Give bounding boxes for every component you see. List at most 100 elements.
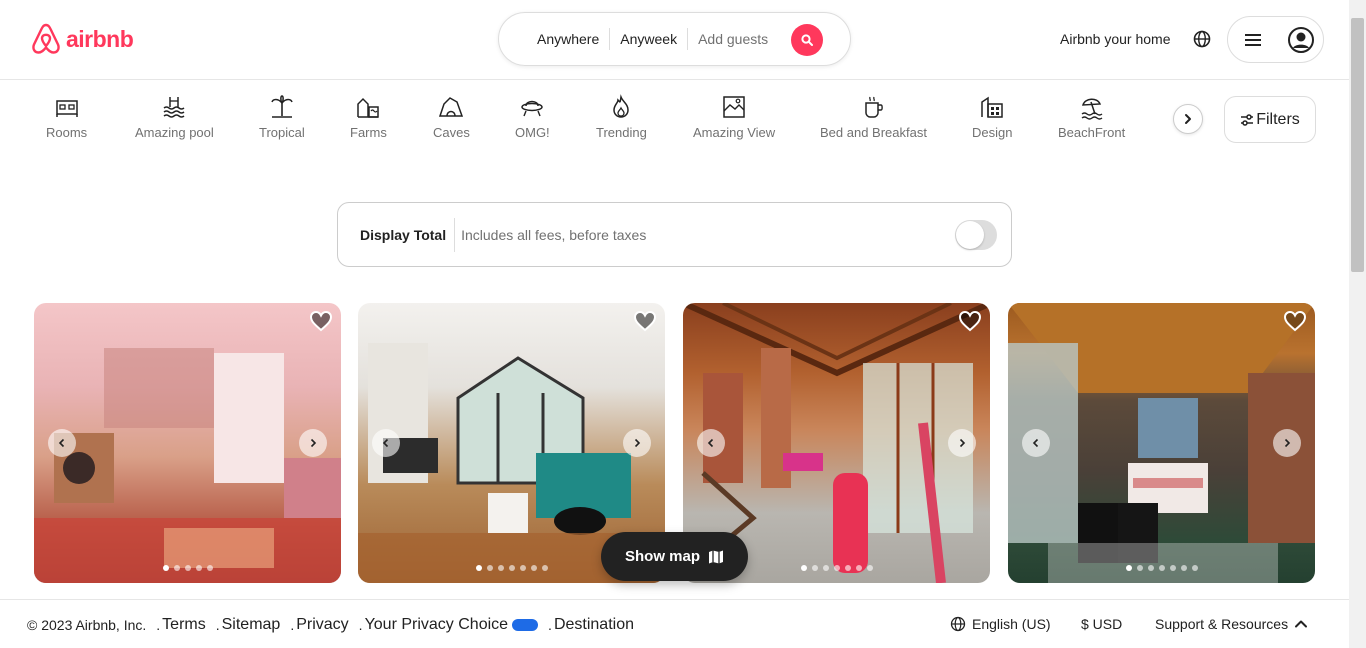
footer-privacy-choice-link[interactable]: Your Privacy Choice bbox=[364, 616, 539, 634]
support-resources-button[interactable]: Support & Resources bbox=[1155, 616, 1308, 632]
category-label: Rooms bbox=[46, 125, 88, 140]
search-button[interactable] bbox=[791, 24, 823, 56]
chevron-up-icon bbox=[1295, 620, 1308, 628]
photo-next-button[interactable] bbox=[948, 429, 976, 457]
footer-destination-link[interactable]: Destination bbox=[554, 616, 634, 634]
filters-button[interactable]: Filters bbox=[1224, 96, 1316, 143]
category-beachfront[interactable]: BeachFront bbox=[1058, 94, 1125, 140]
heart-icon[interactable] bbox=[958, 309, 982, 333]
view-icon bbox=[723, 96, 745, 118]
search-anywhere[interactable]: Anywhere bbox=[527, 28, 611, 50]
top-header: airbnb Anywhere Anyweek Add guests Airbn… bbox=[0, 0, 1349, 80]
category-trending[interactable]: Trending bbox=[596, 94, 647, 140]
category-tropical[interactable]: Tropical bbox=[259, 94, 305, 140]
photo-dots bbox=[34, 565, 341, 571]
building-icon bbox=[981, 96, 1003, 118]
category-label: Bed and Breakfast bbox=[820, 125, 927, 140]
privacy-choice-label: Your Privacy Choice bbox=[364, 616, 509, 633]
user-avatar-icon bbox=[1288, 26, 1314, 53]
category-caves[interactable]: Caves bbox=[433, 94, 470, 140]
category-label: Caves bbox=[433, 125, 470, 140]
photo-next-button[interactable] bbox=[623, 429, 651, 457]
footer: © 2023 Airbnb, Inc. . Terms . Sitemap . … bbox=[0, 599, 1349, 648]
currency-label: $ USD bbox=[1081, 616, 1123, 632]
footer-sitemap-link[interactable]: Sitemap bbox=[222, 616, 281, 634]
listing-card[interactable] bbox=[34, 303, 341, 583]
category-scroll-next-button[interactable] bbox=[1173, 104, 1203, 134]
listing-photo bbox=[34, 348, 341, 583]
category-label: OMG! bbox=[515, 125, 550, 140]
category-bar: Rooms Amazing pool Tropical Farms Caves … bbox=[0, 80, 1349, 160]
chevron-left-icon bbox=[707, 438, 714, 448]
listing-card[interactable] bbox=[1008, 303, 1315, 583]
language-selector[interactable]: English (US) bbox=[950, 616, 1051, 632]
heart-icon[interactable] bbox=[309, 309, 333, 333]
photo-next-button[interactable] bbox=[1273, 429, 1301, 457]
globe-icon[interactable] bbox=[1192, 29, 1212, 49]
filters-icon bbox=[1241, 113, 1254, 126]
heart-icon[interactable] bbox=[633, 309, 657, 333]
user-menu-button[interactable] bbox=[1227, 16, 1324, 63]
category-design[interactable]: Design bbox=[972, 94, 1012, 140]
chevron-left-icon bbox=[382, 438, 389, 448]
category-label: Amazing pool bbox=[135, 125, 214, 140]
chevron-right-icon bbox=[310, 438, 317, 448]
chevron-left-icon bbox=[1032, 438, 1039, 448]
category-label: Trending bbox=[596, 125, 647, 140]
photo-prev-button[interactable] bbox=[697, 429, 725, 457]
display-total-subtext: Includes all fees, before taxes bbox=[461, 226, 647, 243]
category-amazing-pool[interactable]: Amazing pool bbox=[135, 94, 214, 140]
search-anyweek[interactable]: Anyweek bbox=[610, 28, 689, 50]
category-omg[interactable]: OMG! bbox=[515, 94, 550, 140]
cave-icon bbox=[439, 97, 464, 117]
search-guests[interactable]: Add guests bbox=[688, 28, 778, 50]
category-rooms[interactable]: Rooms bbox=[46, 94, 87, 140]
currency-selector[interactable]: $ USD bbox=[1081, 616, 1122, 632]
footer-links: © 2023 Airbnb, Inc. . Terms . Sitemap . … bbox=[27, 616, 634, 634]
footer-privacy-link[interactable]: Privacy bbox=[296, 616, 348, 634]
chevron-left-icon bbox=[58, 438, 65, 448]
farm-icon bbox=[357, 97, 380, 118]
chevron-right-icon bbox=[634, 438, 641, 448]
category-label: Amazing View bbox=[693, 125, 776, 140]
globe-icon bbox=[950, 616, 966, 632]
search-bar[interactable]: Anywhere Anyweek Add guests bbox=[498, 12, 851, 66]
airbnb-logo-icon bbox=[32, 23, 60, 54]
photo-prev-button[interactable] bbox=[48, 429, 76, 457]
language-label: English (US) bbox=[972, 616, 1051, 632]
category-label: Tropical bbox=[259, 125, 305, 140]
ufo-icon bbox=[521, 100, 544, 117]
filters-label: Filters bbox=[1256, 110, 1300, 128]
bed-icon bbox=[55, 100, 78, 117]
display-total-label: Display Total bbox=[360, 217, 456, 252]
logo-text: airbnb bbox=[66, 25, 134, 52]
page-scrollbar[interactable] bbox=[1349, 0, 1366, 648]
photo-prev-button[interactable] bbox=[1022, 429, 1050, 457]
category-amazing-view[interactable]: Amazing View bbox=[693, 94, 775, 140]
category-label: BeachFront bbox=[1058, 125, 1126, 140]
category-label: Farms bbox=[350, 125, 387, 140]
photo-dots bbox=[1008, 565, 1315, 571]
category-bed-and-breakfast[interactable]: Bed and Breakfast bbox=[820, 94, 927, 140]
beach-icon bbox=[1081, 98, 1103, 120]
display-total-panel: Display Total Includes all fees, before … bbox=[337, 202, 1012, 267]
scrollbar-thumb[interactable] bbox=[1351, 18, 1364, 272]
map-icon bbox=[709, 550, 723, 563]
search-icon bbox=[801, 34, 813, 46]
chevron-right-icon bbox=[1284, 438, 1291, 448]
chevron-right-icon bbox=[1185, 114, 1191, 124]
airbnb-logo[interactable]: airbnb bbox=[30, 22, 134, 56]
show-map-label: Show map bbox=[624, 548, 700, 565]
display-total-toggle[interactable] bbox=[955, 220, 997, 250]
show-map-button[interactable]: Show map bbox=[601, 532, 748, 581]
footer-terms-link[interactable]: Terms bbox=[162, 616, 206, 634]
listing-photo bbox=[1008, 303, 1315, 583]
flame-icon bbox=[613, 94, 630, 118]
category-farms[interactable]: Farms bbox=[350, 94, 387, 140]
pool-icon bbox=[163, 97, 185, 118]
support-label: Support & Resources bbox=[1155, 616, 1289, 632]
photo-prev-button[interactable] bbox=[372, 429, 400, 457]
photo-next-button[interactable] bbox=[299, 429, 327, 457]
heart-icon[interactable] bbox=[1283, 309, 1307, 333]
airbnb-your-home-link[interactable]: Airbnb your home bbox=[1060, 31, 1171, 47]
